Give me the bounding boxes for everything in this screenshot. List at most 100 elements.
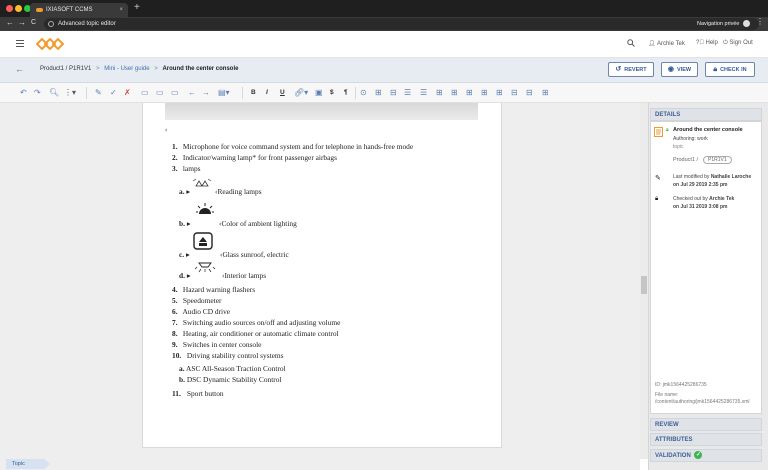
modified-label: Last modified by xyxy=(673,174,710,180)
back-arrow-icon[interactable]: ← xyxy=(15,64,24,74)
version-badge: P1R1V1 xyxy=(703,156,732,164)
close-window-button[interactable] xyxy=(6,5,13,12)
breadcrumb-guide-link[interactable]: Mini - User guide xyxy=(104,66,149,72)
search-icon[interactable] xyxy=(627,39,635,47)
next-change-icon[interactable]: → xyxy=(202,88,210,98)
list-item[interactable]: 8. Heating, air conditioner or automatic… xyxy=(172,329,339,338)
list-text: Hazard warning flashers xyxy=(182,285,256,294)
list-item[interactable]: 7. Switching audio sources on/off and ad… xyxy=(172,318,340,327)
list-text: Audio CD drive xyxy=(182,307,231,316)
ordered-list-icon[interactable]: ☰ xyxy=(404,88,411,98)
ambient-light-icon xyxy=(196,203,214,214)
lamp-subitem[interactable]: d. ▸ xyxy=(179,271,191,280)
sign-out-label: Sign Out xyxy=(729,40,753,46)
user-icon: 👤︎ xyxy=(648,41,656,47)
stability-subitem[interactable]: a. ASC All-Season Traction Control xyxy=(179,364,286,373)
delete-column-icon[interactable]: ⊟ xyxy=(526,88,533,98)
list-text: Speedometer xyxy=(182,296,222,305)
browser-menu-button[interactable]: ⋮ xyxy=(756,17,764,26)
browser-back-button[interactable]: ← xyxy=(6,18,14,27)
find-icon[interactable]: 🔍︎ xyxy=(49,88,59,98)
delete-row-icon[interactable]: ⊟ xyxy=(511,88,518,98)
minimize-window-button[interactable] xyxy=(15,5,22,12)
browser-reload-button[interactable]: C xyxy=(31,19,36,26)
sign-out-link[interactable]: ⏻ Sign Out xyxy=(723,40,753,47)
ixiasoft-logo[interactable] xyxy=(36,38,64,50)
spellcheck-icon[interactable]: ✎ xyxy=(95,88,102,98)
edit-comment-icon[interactable]: ▭ xyxy=(156,88,164,98)
validation-header[interactable]: VALIDATION ✓ xyxy=(650,449,762,462)
profile-avatar[interactable] xyxy=(743,20,750,27)
keyref-icon[interactable]: ⊟ xyxy=(390,88,397,98)
table-icon[interactable]: ⊞ xyxy=(436,88,443,98)
underline-button[interactable]: U xyxy=(280,88,285,98)
delete-comment-icon[interactable]: ▭ xyxy=(171,88,179,98)
lamp-subitem[interactable]: c. ▸ xyxy=(179,250,190,259)
add-comment-icon[interactable]: ▭ xyxy=(141,88,149,98)
list-number: 6. xyxy=(172,307,178,316)
lamp-subitem[interactable]: a. ▸ xyxy=(179,187,190,196)
merge-cells-icon[interactable]: ⊞ xyxy=(542,88,549,98)
image-icon[interactable]: ▣ xyxy=(315,88,323,98)
unordered-list-icon[interactable]: ☰ xyxy=(420,88,427,98)
stability-subitem[interactable]: b. DSC Dynamic Stability Control xyxy=(179,375,281,384)
list-text: ASC All-Season Traction Control xyxy=(186,364,286,373)
hamburger-menu-icon[interactable] xyxy=(16,40,24,47)
list-item[interactable]: 3. lamps xyxy=(172,164,201,173)
browser-forward-button[interactable]: → xyxy=(18,18,26,27)
check-in-button[interactable]: 🔒︎ CHECK IN xyxy=(705,62,755,77)
previous-change-icon[interactable]: ← xyxy=(188,88,196,98)
bold-button[interactable]: B xyxy=(251,88,256,98)
validation-label: VALIDATION xyxy=(655,453,691,459)
user-menu[interactable]: 👤︎ Archie Tek xyxy=(648,40,685,47)
list-item[interactable]: 10. Driving stability control systems xyxy=(172,351,284,360)
list-item[interactable]: 9. Switches in center console xyxy=(172,340,261,349)
italic-button[interactable]: I xyxy=(266,88,268,98)
xref-icon[interactable]: ⊞ xyxy=(375,88,382,98)
browser-tab[interactable]: IXIASOFT CCMS × xyxy=(30,3,128,17)
lamp-label: ‹Interior lamps xyxy=(222,271,267,280)
list-item[interactable]: 6. Audio CD drive xyxy=(172,307,230,316)
attributes-header[interactable]: ATTRIBUTES xyxy=(650,433,762,446)
details-header[interactable]: DETAILS xyxy=(650,108,762,121)
link-icon[interactable]: 🔗︎▾ xyxy=(294,88,308,98)
review-header[interactable]: REVIEW xyxy=(650,418,762,431)
list-item[interactable]: 11. Sport button xyxy=(172,389,224,398)
tab-title: IXIASOFT CCMS xyxy=(46,7,93,13)
paste-options-icon[interactable]: ▤▾ xyxy=(218,88,230,98)
insert-row-below-icon[interactable]: ⊞ xyxy=(466,88,473,98)
revert-button[interactable]: ↺ REVERT xyxy=(608,62,654,77)
list-item[interactable]: 5. Speedometer xyxy=(172,296,221,305)
view-button[interactable]: ◉ VIEW xyxy=(661,62,698,77)
list-item[interactable]: 2. Indicator/warning lamp* for front pas… xyxy=(172,153,337,162)
list-number: 3. xyxy=(172,164,178,173)
insert-column-right-icon[interactable]: ⊞ xyxy=(496,88,503,98)
breadcrumb-current: Around the center console xyxy=(162,66,239,72)
insert-row-above-icon[interactable]: ⊞ xyxy=(451,88,458,98)
interior-lamp-icon xyxy=(194,262,216,273)
reject-change-icon[interactable]: ✗ xyxy=(124,88,131,98)
pencil-icon: ✎ xyxy=(655,175,661,182)
breadcrumb: Product1 / P1R1V1 > Mini - User guide > … xyxy=(40,66,238,72)
more-options-icon[interactable]: ⋮▾ xyxy=(64,88,76,98)
list-item[interactable]: 1. Microphone for voice command system a… xyxy=(172,142,413,151)
new-tab-button[interactable]: + xyxy=(134,2,140,13)
accept-change-icon[interactable]: ✓ xyxy=(110,88,117,98)
undo-icon[interactable]: ↶ xyxy=(20,88,27,98)
tab-close-icon[interactable]: × xyxy=(119,3,123,17)
show-tags-button[interactable]: ¶ xyxy=(344,88,348,98)
breadcrumb-product[interactable]: Product1 / P1R1V1 xyxy=(40,66,91,72)
list-item[interactable]: 4. Hazard warning flashers xyxy=(172,285,255,294)
help-link[interactable]: ?⃝ Help xyxy=(696,40,718,46)
conref-icon[interactable]: ⊙ xyxy=(360,88,367,98)
insert-column-left-icon[interactable]: ⊞ xyxy=(481,88,488,98)
document-page[interactable]: ‹ 1. Microphone for voice command system… xyxy=(142,103,502,448)
lamp-subitem[interactable]: b. ▸ xyxy=(179,219,191,228)
list-number: 7. xyxy=(172,318,178,327)
redo-icon[interactable]: ↷ xyxy=(34,88,41,98)
insert-symbol-button[interactable]: $ xyxy=(330,88,334,98)
topic-element-tab[interactable]: Topic xyxy=(6,459,50,469)
editor-scrollbar-thumb[interactable] xyxy=(641,276,647,294)
address-field[interactable]: Advanced topic editor xyxy=(44,18,759,30)
list-text: Microphone for voice command system and … xyxy=(182,142,414,151)
